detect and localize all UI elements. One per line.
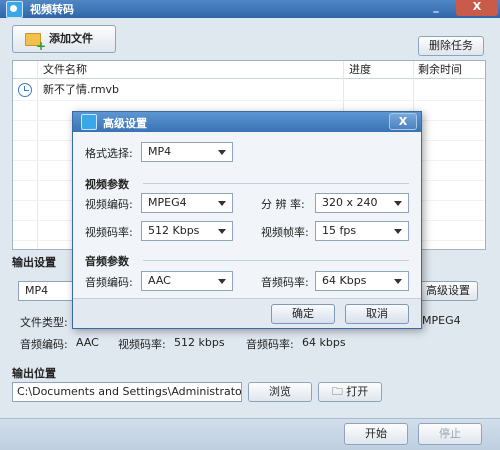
audio-params-title: 音频参数 xyxy=(85,255,129,268)
audio-bitrate-label: 音频码率: xyxy=(246,338,294,351)
video-bitrate-value: 512 kbps xyxy=(174,336,225,349)
delete-task-button[interactable]: 删除任务 xyxy=(418,36,484,56)
action-bar: 开始 停止 xyxy=(0,418,500,450)
format-label: 格式选择: xyxy=(85,147,133,160)
file-type-label: 文件类型: xyxy=(20,316,68,329)
framerate-label: 视频帧率: xyxy=(261,226,309,239)
app-icon xyxy=(81,114,97,130)
audio-codec-label: 音频编码: xyxy=(20,338,68,351)
column-header-progress[interactable]: 进度 xyxy=(349,61,371,79)
stop-button[interactable]: 停止 xyxy=(418,423,482,445)
audio-bitrate-select[interactable]: 64 Kbps xyxy=(315,271,409,291)
chevron-down-icon xyxy=(394,279,402,284)
output-location-title: 输出位置 xyxy=(12,367,56,380)
add-file-label: 添加文件 xyxy=(49,32,93,45)
chevron-down-icon xyxy=(218,201,226,206)
dialog-titlebar: 高级设置 xyxy=(73,112,421,132)
ok-button[interactable]: 确定 xyxy=(271,304,335,324)
video-codec-value: MPEG4 xyxy=(148,196,187,209)
clock-icon xyxy=(18,83,32,97)
chevron-down-icon xyxy=(218,279,226,284)
chevron-down-icon xyxy=(218,229,226,234)
output-settings-title: 输出设置 xyxy=(12,256,56,269)
format-select-value: MP4 xyxy=(148,145,172,158)
resolution-value: 320 x 240 xyxy=(322,196,378,209)
audio-codec-label: 音频编码: xyxy=(85,276,133,289)
dialog-close-button[interactable]: X xyxy=(389,113,417,130)
close-button[interactable]: X xyxy=(456,0,498,16)
folder-icon: 🗀 xyxy=(331,385,347,398)
video-codec-select[interactable]: MPEG4 xyxy=(141,193,233,213)
add-file-button[interactable]: 添加文件 xyxy=(12,25,116,53)
audio-bitrate-value: 64 Kbps xyxy=(322,274,367,287)
open-label: 打开 xyxy=(346,385,369,398)
video-codec-label: 视频编码: xyxy=(85,198,133,211)
advanced-settings-dialog: 高级设置 X 格式选择: MP4 视频参数 视频编码: MPEG4 分 辨 率:… xyxy=(72,111,422,329)
video-params-title: 视频参数 xyxy=(85,178,129,191)
chevron-down-icon xyxy=(394,201,402,206)
app-icon xyxy=(6,1,23,18)
minimize-button[interactable]: _ xyxy=(422,0,450,16)
chevron-down-icon xyxy=(394,229,402,234)
output-format-value: MP4 xyxy=(25,284,49,297)
resolution-label: 分 辨 率: xyxy=(261,198,305,211)
audio-codec-select[interactable]: AAC xyxy=(141,271,233,291)
start-button[interactable]: 开始 xyxy=(344,423,408,445)
file-name-cell[interactable]: 新不了情.rmvb xyxy=(43,80,119,100)
dialog-title: 高级设置 xyxy=(103,117,147,130)
format-select[interactable]: MP4 xyxy=(141,142,233,162)
resolution-select[interactable]: 320 x 240 xyxy=(315,193,409,213)
file-type-value: MPEG4 xyxy=(422,314,461,327)
cancel-button[interactable]: 取消 xyxy=(345,304,409,324)
browse-button[interactable]: 浏览 xyxy=(248,382,312,402)
audio-bitrate-value: 64 kbps xyxy=(302,336,346,349)
column-header-filename[interactable]: 文件名称 xyxy=(43,61,87,79)
framerate-select[interactable]: 15 fps xyxy=(315,221,409,241)
output-path-input[interactable]: C:\Documents and Settings\Administrator\… xyxy=(12,382,242,402)
open-folder-button[interactable]: 🗀 打开 xyxy=(318,382,382,402)
video-bitrate-label: 视频码率: xyxy=(85,226,133,239)
audio-bitrate-label: 音频码率: xyxy=(261,276,309,289)
video-bitrate-label: 视频码率: xyxy=(118,338,166,351)
audio-codec-value: AAC xyxy=(148,274,171,287)
video-bitrate-value: 512 Kbps xyxy=(148,224,200,237)
window-titlebar: 视频转码 _ X xyxy=(0,0,500,18)
column-header-remaining[interactable]: 剩余时间 xyxy=(418,61,462,79)
video-bitrate-select[interactable]: 512 Kbps xyxy=(141,221,233,241)
chevron-down-icon xyxy=(218,150,226,155)
advanced-settings-button[interactable]: 高级设置 xyxy=(418,281,478,301)
framerate-value: 15 fps xyxy=(322,224,357,237)
audio-codec-value: AAC xyxy=(76,336,99,349)
add-folder-icon xyxy=(25,33,46,51)
window-title: 视频转码 xyxy=(30,3,74,16)
